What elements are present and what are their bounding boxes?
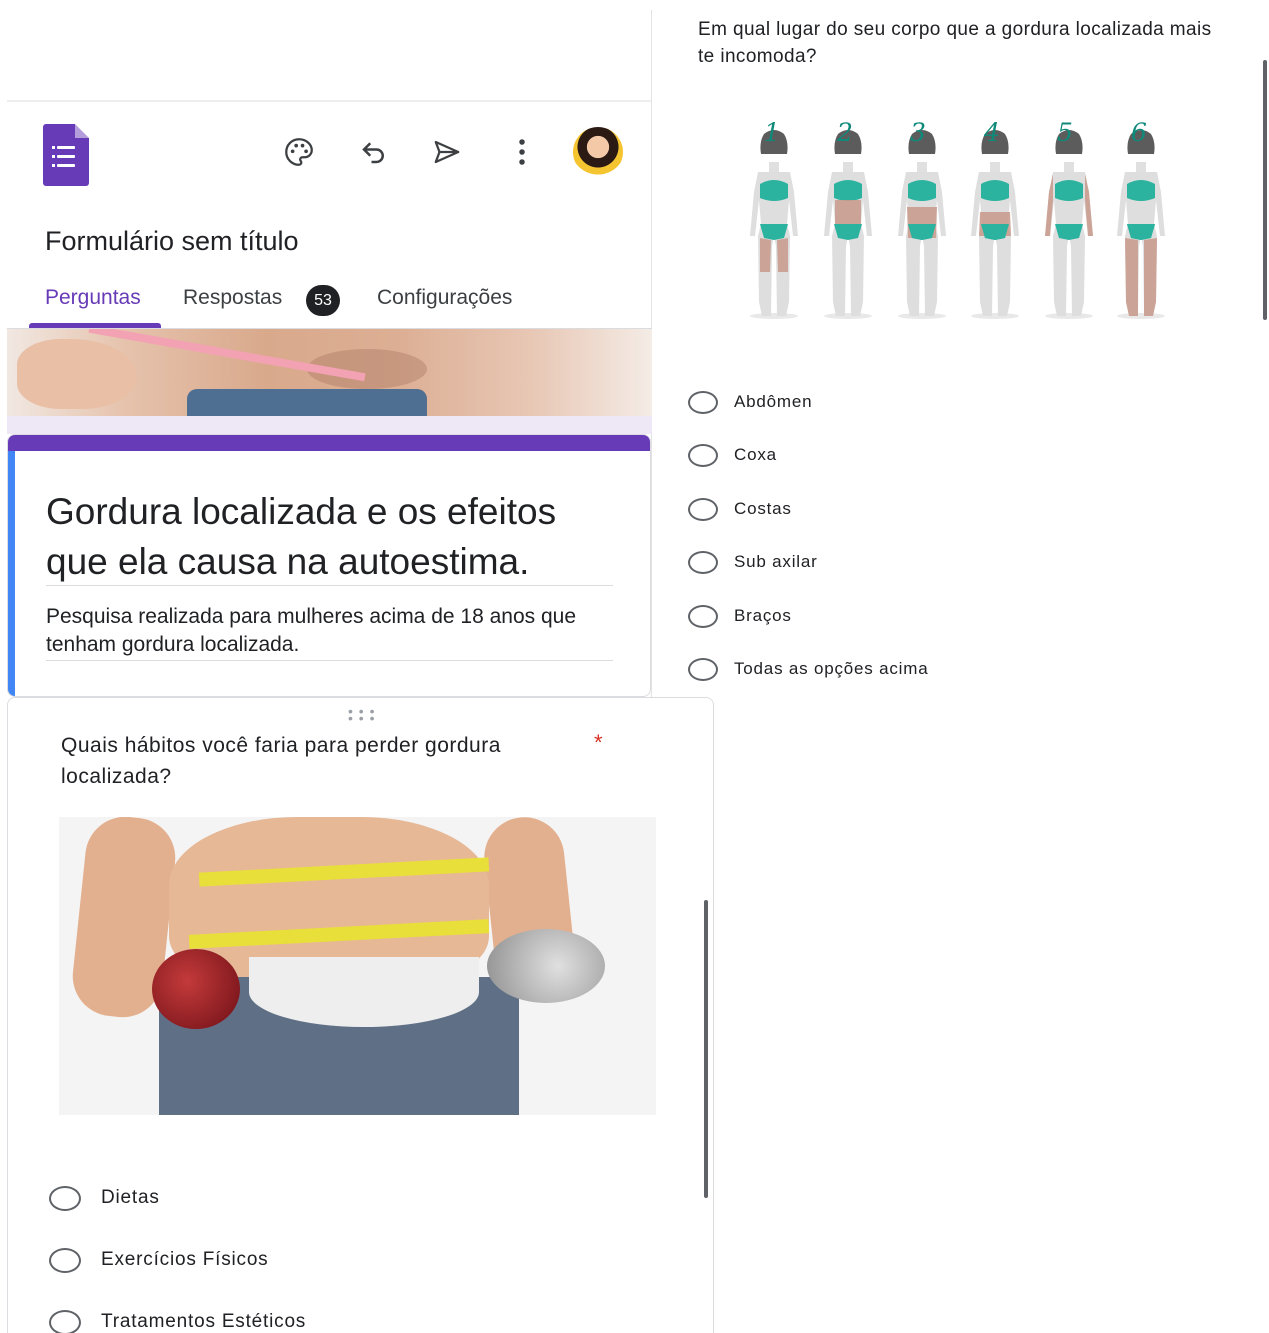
question-title-2[interactable]: Em qual lugar do seu corpo que a gordura… xyxy=(698,16,1218,70)
option-label: Abdômen xyxy=(734,392,813,411)
question-card[interactable]: • • • • • • Quais hábitos você faria para… xyxy=(7,697,714,1333)
option-label: Tratamentos Estéticos xyxy=(101,1311,307,1332)
question-image xyxy=(59,817,656,1115)
option-label: Braços xyxy=(734,606,792,625)
undo-icon[interactable] xyxy=(354,132,394,172)
palette-icon[interactable] xyxy=(279,132,319,172)
body-areas-image: 1 2 3 4 5 6 xyxy=(736,112,1182,327)
required-asterisk: * xyxy=(594,730,603,755)
top-divider xyxy=(7,100,652,102)
figure-number: 4 xyxy=(984,118,1000,147)
drag-handle-icon[interactable]: • • • • • • xyxy=(348,704,375,725)
radio-dietas[interactable] xyxy=(49,1186,81,1211)
radio-exercicios-fisicos[interactable] xyxy=(49,1248,81,1273)
radio-tratamentos-esteticos[interactable] xyxy=(49,1310,81,1333)
option-label: Todas as opções acima xyxy=(734,659,929,678)
option-label: Coxa xyxy=(734,445,777,464)
more-vert-icon[interactable] xyxy=(502,132,542,172)
header-image xyxy=(7,329,652,416)
figure-number: 6 xyxy=(1131,118,1147,147)
google-forms-logo-icon[interactable] xyxy=(43,124,89,186)
radio-sub-axilar[interactable] xyxy=(688,551,718,574)
send-icon[interactable] xyxy=(427,132,467,172)
avatar[interactable] xyxy=(573,127,623,177)
responses-count-badge: 53 xyxy=(306,285,340,316)
scrollbar[interactable] xyxy=(704,900,708,1198)
figure-number: 1 xyxy=(764,118,780,147)
tab-perguntas[interactable]: Perguntas xyxy=(45,286,141,310)
form-name[interactable]: Formulário sem título xyxy=(45,226,299,257)
scrollbar[interactable] xyxy=(1263,60,1267,320)
radio-abdomen[interactable] xyxy=(688,391,718,414)
figure-number: 2 xyxy=(837,118,853,147)
form-description[interactable]: Pesquisa realizada para mulheres acima d… xyxy=(46,603,626,659)
radio-coxa[interactable] xyxy=(688,444,718,467)
form-title[interactable]: Gordura localizada e os efeitos que ela … xyxy=(46,487,606,587)
radio-todas-as-opcoes[interactable] xyxy=(688,658,718,681)
tab-configuracoes[interactable]: Configurações xyxy=(377,286,512,310)
tab-respostas[interactable]: Respostas xyxy=(183,286,282,310)
figure-number: 5 xyxy=(1057,118,1073,147)
question-title[interactable]: Quais hábitos você faria para perder gor… xyxy=(61,730,541,792)
option-label: Dietas xyxy=(101,1187,160,1208)
theme-background xyxy=(7,416,652,434)
radio-costas[interactable] xyxy=(688,498,718,521)
option-label: Exercícios Físicos xyxy=(101,1249,269,1270)
option-label: Sub axilar xyxy=(734,552,818,571)
form-title-card[interactable]: Gordura localizada e os efeitos que ela … xyxy=(7,434,651,697)
radio-bracos[interactable] xyxy=(688,605,718,628)
option-label: Costas xyxy=(734,499,792,518)
figure-number: 3 xyxy=(910,118,926,147)
